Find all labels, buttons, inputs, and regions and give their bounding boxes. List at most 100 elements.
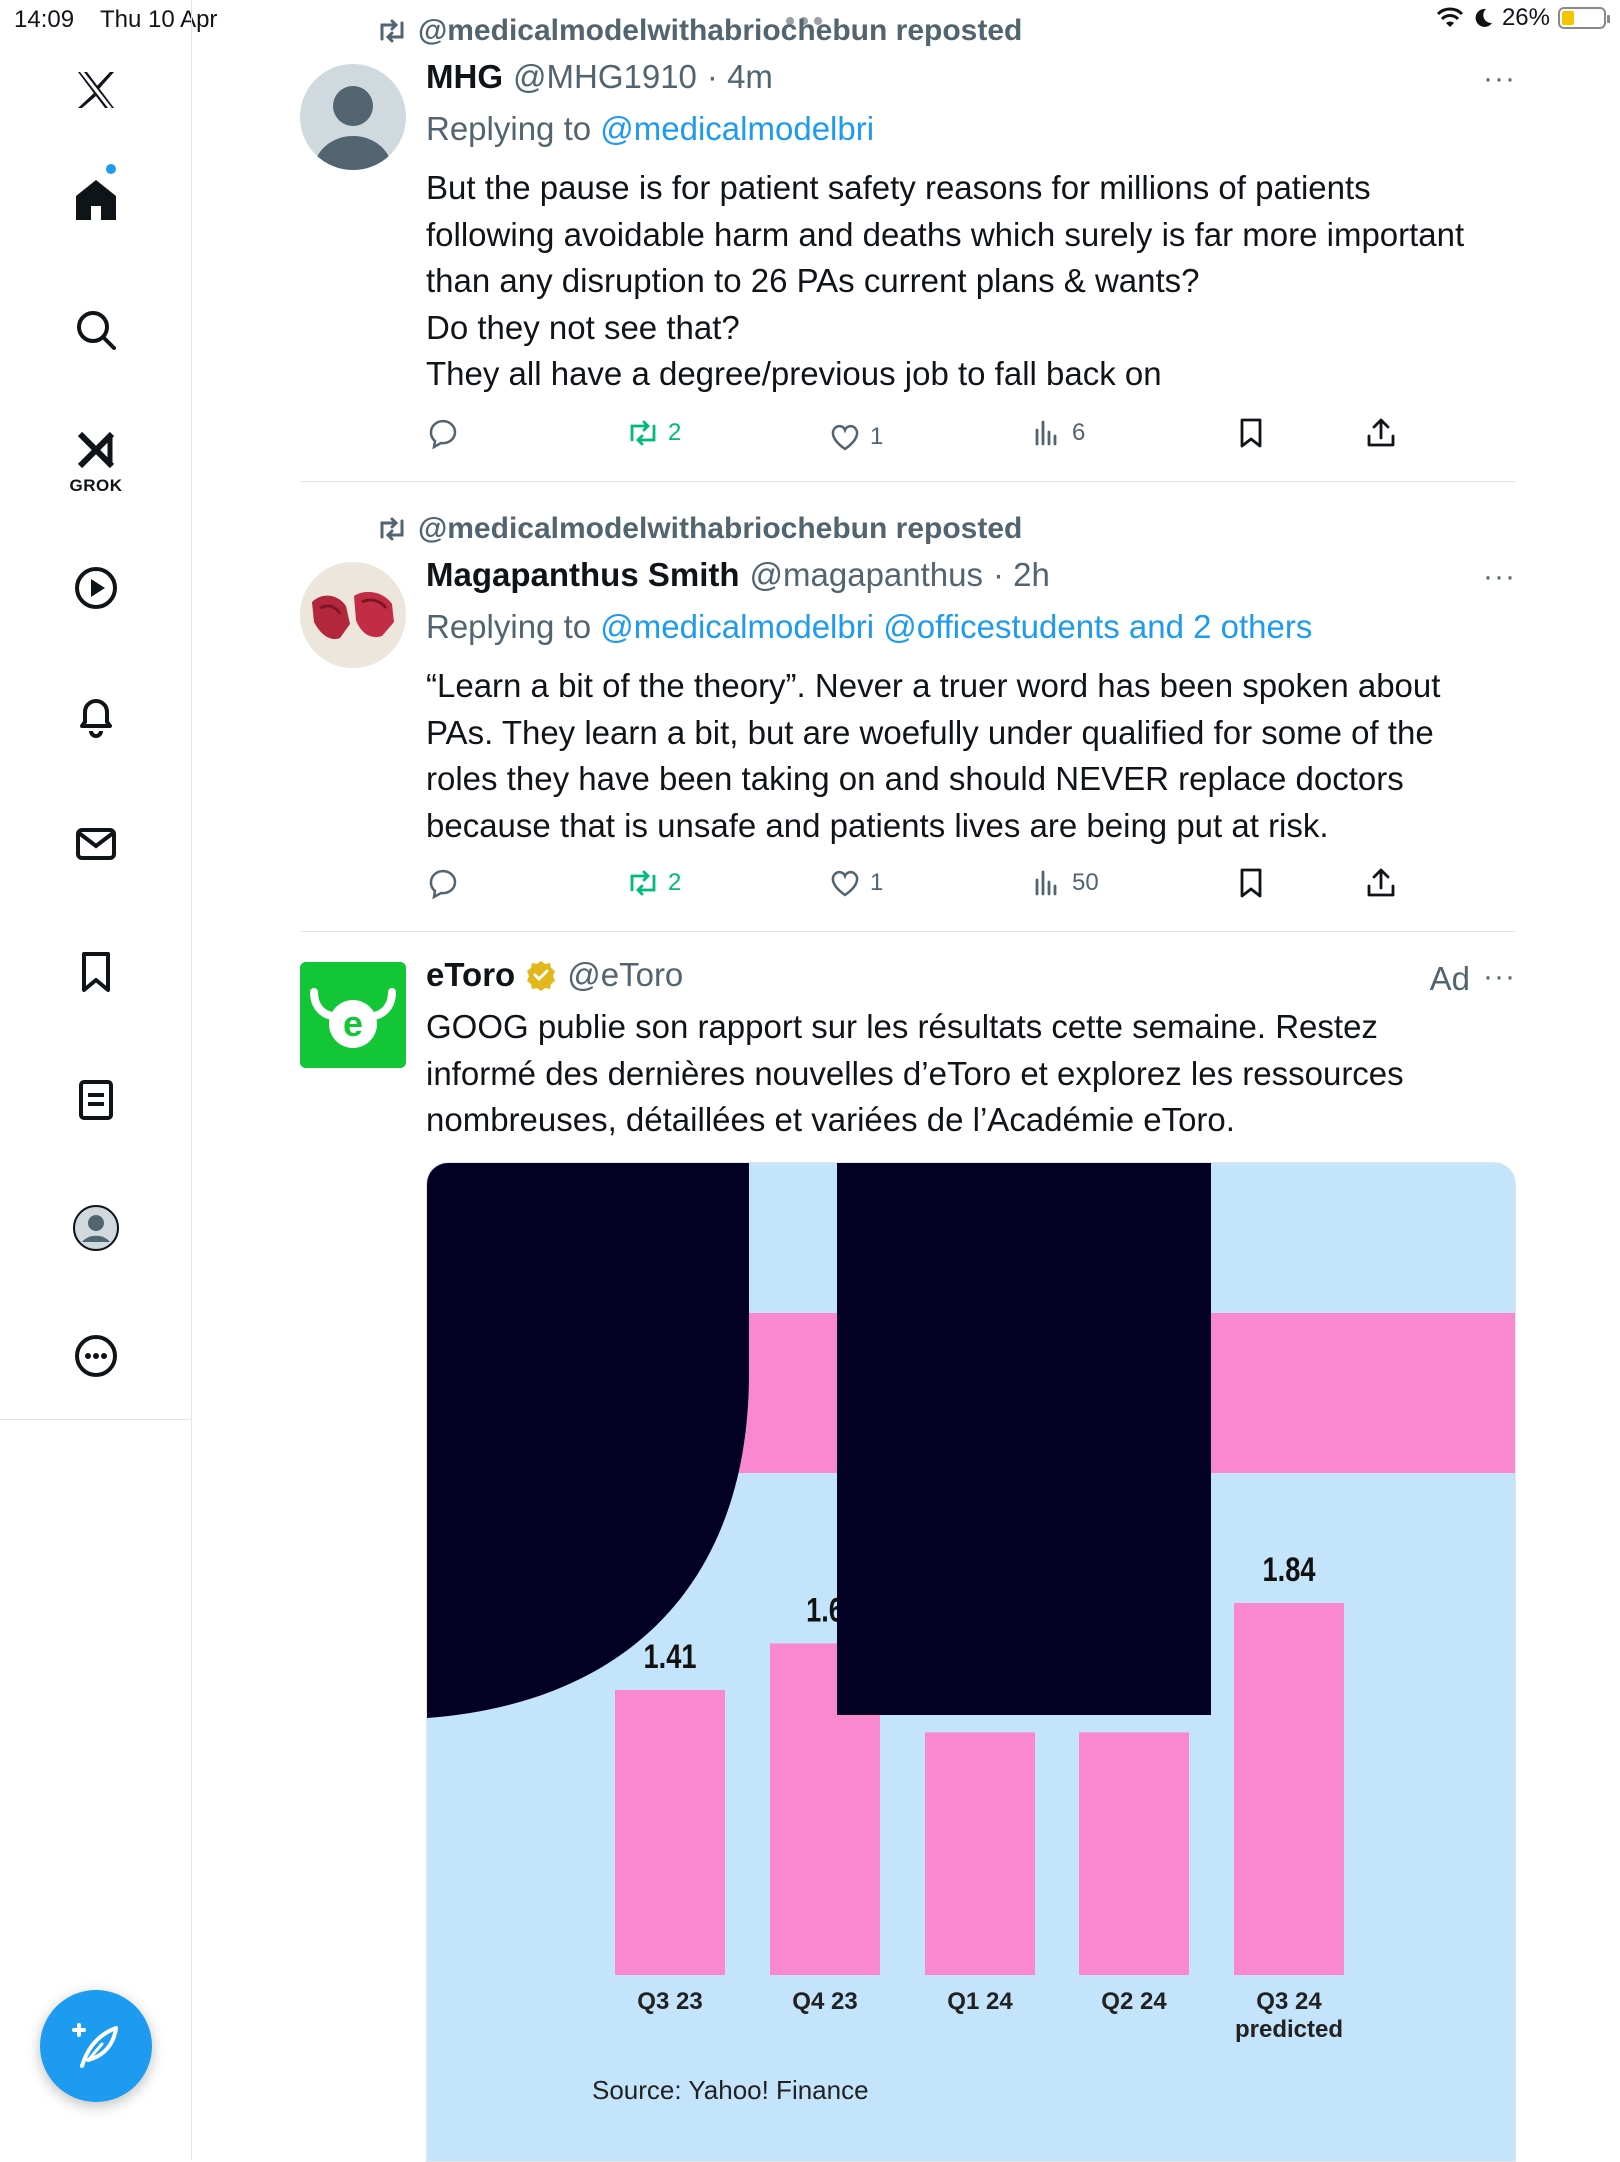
chart-bar	[1079, 1732, 1189, 1975]
battery-percent: 26%	[1501, 4, 1550, 31]
redaction-block-center	[837, 1163, 1211, 1715]
repost-button[interactable]: 2	[626, 858, 681, 908]
author-name[interactable]: Magapanthus Smith	[426, 556, 740, 594]
chart-source-label: Source: Yahoo! Finance	[592, 2075, 869, 2105]
chart-tick-label: Q3 24	[1256, 1988, 1322, 2015]
compose-button[interactable]	[40, 1990, 152, 2102]
tweet-actions: 2 1 50	[426, 858, 1426, 908]
chart-value-label: 1.84	[1263, 1550, 1316, 1589]
bookmark-icon	[1240, 868, 1262, 898]
repost-text[interactable]: @medicalmodelwithabriochebun reposted	[418, 512, 1022, 546]
author-name[interactable]: eToro	[426, 956, 515, 994]
red-shoes-photo	[300, 562, 406, 668]
share-icon	[1367, 868, 1395, 897]
tweet-actions: 2 1 6	[426, 408, 1426, 458]
tweet-text: But the pause is for patient safety reas…	[426, 169, 1465, 392]
replying-to: Replying to @medicalmodelbri @officestud…	[426, 608, 1312, 646]
chart-bar	[1234, 1603, 1344, 1975]
post-time[interactable]: · 4m	[707, 58, 773, 96]
repost-button[interactable]: 2	[626, 408, 681, 458]
share-button[interactable]	[1364, 858, 1398, 908]
views-icon	[1035, 870, 1057, 896]
like-count: 1	[870, 869, 884, 896]
tweet-text: GOOG publie son rapport sur les résultat…	[426, 1008, 1404, 1138]
x-logo-icon[interactable]	[0, 50, 192, 130]
chart-tick-label: Q3 23	[637, 1988, 702, 2015]
avatar[interactable]	[300, 64, 406, 170]
author-name[interactable]: MHG	[426, 58, 503, 96]
post-time[interactable]: · 2h	[993, 556, 1050, 594]
views-icon	[1035, 420, 1057, 446]
chart-tick-label: Q2 24	[1101, 1988, 1167, 2015]
notification-dot	[106, 164, 116, 174]
sidebar-item-messages[interactable]	[0, 804, 192, 884]
share-button[interactable]	[1364, 408, 1398, 458]
repost-icon	[630, 420, 656, 446]
bookmark-button[interactable]	[1234, 408, 1268, 458]
grok-label: GROK	[69, 476, 123, 495]
bookmark-icon	[1240, 418, 1262, 448]
sidebar-divider	[191, 1420, 192, 2160]
bookmark-icon	[82, 952, 110, 992]
default-avatar-icon	[314, 86, 392, 170]
reply-button[interactable]	[426, 408, 460, 458]
sidebar-item-video[interactable]	[0, 548, 192, 628]
like-button[interactable]: 1	[828, 858, 883, 908]
ad-media-image[interactable]: 1.41 Q3 23 1.6 Q4 23 Q1 24 Q2 24 1.84 Q3 24 pred…	[426, 1162, 1516, 2162]
tweet-text: “Learn a bit of the theory”. Never a tru…	[426, 667, 1441, 844]
replying-links[interactable]: @medicalmodelbri @officestudents and 2 o…	[600, 608, 1312, 645]
chart-bar	[925, 1732, 1035, 1975]
views-button[interactable]: 6	[1030, 408, 1085, 458]
more-options-button[interactable]: ···	[1483, 960, 1516, 994]
author-line: eToro @eToro	[426, 956, 683, 994]
author-handle[interactable]: @magapanthus	[750, 556, 983, 594]
bell-icon	[80, 699, 112, 738]
chart-tick-label: Q1 24	[947, 1988, 1013, 2015]
repost-icon	[630, 870, 656, 896]
replying-prefix: Replying to	[426, 110, 592, 147]
repost-context: @medicalmodelwithabriochebun reposted	[376, 14, 1022, 48]
sidebar-item-more[interactable]	[0, 1316, 192, 1396]
like-button[interactable]: 1	[828, 412, 883, 462]
share-icon	[1367, 418, 1395, 447]
like-count: 1	[870, 423, 884, 450]
replying-link[interactable]: @medicalmodelbri	[600, 110, 874, 147]
mail-icon	[76, 828, 116, 860]
repost-icon	[380, 517, 404, 541]
list-icon	[79, 1080, 113, 1120]
views-button[interactable]: 50	[1030, 858, 1099, 908]
author-handle[interactable]: @eToro	[567, 956, 683, 994]
repost-count: 2	[668, 419, 682, 446]
ad-label: Ad	[1429, 960, 1470, 997]
more-circle-icon	[75, 1335, 117, 1377]
chart-tick-label: predicted	[1235, 2016, 1343, 2043]
sidebar-item-home[interactable]	[0, 160, 192, 240]
author-handle[interactable]: @MHG1910	[513, 58, 697, 96]
sidebar-item-profile[interactable]	[0, 1188, 192, 1268]
sidebar-item-lists[interactable]	[0, 1060, 192, 1140]
home-icon	[76, 180, 116, 220]
repost-icon	[380, 19, 404, 43]
chart-figure: 1.41Q3 231.6Q4 23 Q1 24 Q2 241.84Q3 24pred…	[427, 1163, 1515, 2161]
grok-icon	[77, 431, 115, 469]
avatar[interactable]	[300, 562, 406, 668]
author-line: Magapanthus Smith @magapanthus · 2h	[426, 556, 1050, 594]
more-options-button[interactable]: ···	[1483, 560, 1516, 594]
sidebar-item-explore[interactable]	[0, 290, 192, 370]
profile-avatar-icon	[73, 1205, 119, 1251]
divider	[300, 481, 1516, 482]
repost-text[interactable]: @medicalmodelwithabriochebun reposted	[418, 14, 1022, 48]
etoro-logo[interactable]: e	[300, 962, 406, 1068]
more-options-button[interactable]: ···	[1483, 62, 1516, 96]
heart-icon	[831, 870, 859, 897]
moon-icon	[1475, 8, 1492, 27]
bookmark-button[interactable]	[1234, 858, 1268, 908]
heart-icon	[831, 424, 859, 451]
reply-button[interactable]	[426, 858, 460, 908]
sidebar-item-bookmarks[interactable]	[0, 932, 192, 1012]
play-icon	[75, 567, 117, 609]
sidebar-item-notifications[interactable]	[0, 676, 192, 756]
chart-tick-label: Q4 23	[792, 1988, 857, 2015]
view-count: 50	[1072, 869, 1099, 896]
chart-bar	[615, 1689, 725, 1975]
